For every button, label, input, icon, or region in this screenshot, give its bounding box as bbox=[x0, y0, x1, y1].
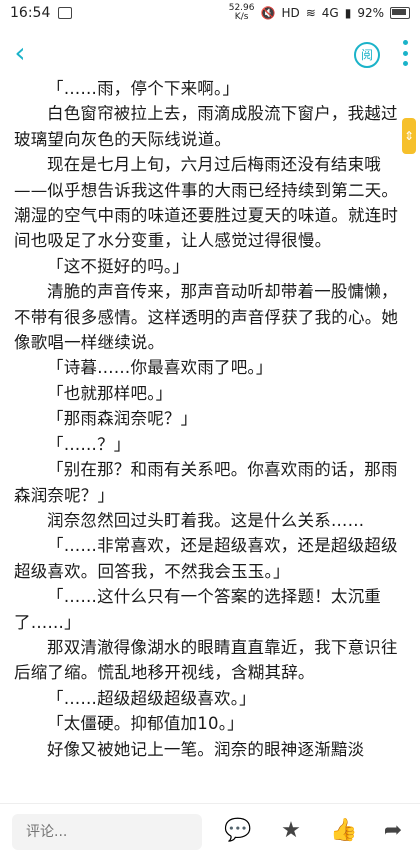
paragraph: 「也就那样吧。」 bbox=[47, 383, 173, 403]
paragraph: 「……超级超级超级喜欢。」 bbox=[47, 688, 256, 708]
like-icon[interactable]: 👍 bbox=[330, 818, 357, 844]
status-left: 16:54 bbox=[10, 5, 73, 21]
battery-percent: 92% bbox=[357, 6, 384, 20]
more-dot bbox=[402, 61, 408, 66]
back-chevron-icon[interactable]: ‹ bbox=[8, 38, 32, 68]
network-speed: 52.96 K/s bbox=[229, 4, 255, 22]
battery-icon bbox=[390, 7, 410, 19]
paragraph: 「太僵硬。抑郁值加10。」 bbox=[47, 714, 244, 734]
more-dot bbox=[402, 40, 408, 45]
paragraph: 「诗暮……你最喜欢雨了吧。」 bbox=[47, 358, 273, 378]
gallery-notification-icon bbox=[58, 7, 73, 19]
paragraph: 现在是七月上旬，六月过后梅雨还没有结束哦——似乎想告诉我这件事的大雨已经持续到第… bbox=[14, 155, 399, 251]
reader-topbar: ‹ 阅 bbox=[0, 30, 420, 80]
status-time: 16:54 bbox=[10, 5, 51, 21]
paragraph: 清脆的声音传来，那声音动听却带着一股慵懒，不带有很多感情。这样透明的声音俘获了我… bbox=[14, 282, 399, 353]
share-icon[interactable]: ➦ bbox=[380, 818, 406, 844]
more-dot bbox=[402, 50, 408, 56]
paragraph: 白色窗帘被拉上去，雨滴成股流下窗户，我越过玻璃望向灰色的天际线说道。 bbox=[14, 104, 398, 149]
paragraph: 那双清澈得像湖水的眼睛直直靠近，我下意识往后缩了缩。慌乱地移开视线，含糊其辞。 bbox=[14, 637, 398, 683]
paragraph: 「……雨，停个下来啊。」 bbox=[47, 79, 240, 98]
status-right: 52.96 K/s 🔇 HD ≋ 4G ▮ 92% bbox=[229, 4, 410, 22]
paragraph: 润奈忽然回过头盯着我。这是什么关系…… bbox=[47, 510, 365, 530]
reading-content: 「……雨，停个下来啊。」 白色窗帘被拉上去，雨滴成股流下窗户，我越过玻璃望向灰色… bbox=[14, 76, 406, 762]
wifi-icon: ≋ bbox=[305, 6, 316, 20]
paragraph: 「那雨森润奈呢？」 bbox=[47, 409, 198, 429]
paragraph: 好像又被她记上一笔。润奈的眼神逐渐黯淡 bbox=[47, 739, 365, 759]
read-mode-icon[interactable]: 阅 bbox=[354, 42, 380, 68]
paragraph: 「……？」 bbox=[47, 434, 131, 454]
more-options-icon[interactable] bbox=[402, 40, 408, 66]
network-speed-unit: K/s bbox=[234, 12, 249, 22]
comment-bar: 💬 ★ 👍 ➦ bbox=[0, 803, 420, 860]
network-type: 4G bbox=[321, 6, 339, 20]
mute-icon: 🔇 bbox=[260, 6, 276, 20]
hd-label: HD bbox=[281, 6, 300, 20]
paragraph: 「……非常喜欢，还是超级喜欢，还是超级超级超级喜欢。回答我，不然我会玉玉。」 bbox=[14, 536, 398, 581]
status-bar: 16:54 52.96 K/s 🔇 HD ≋ 4G ▮ 92% bbox=[0, 0, 420, 26]
signal-icon: ▮ bbox=[344, 6, 352, 20]
paragraph: 「别在那？和雨有关系吧。你喜欢雨的话，那雨森润奈呢？」 bbox=[14, 460, 398, 505]
paragraph: 「……这什么只有一个答案的选择题！太沉重了……」 bbox=[14, 587, 381, 632]
comment-input[interactable] bbox=[12, 814, 202, 850]
comment-icon[interactable]: 💬 bbox=[224, 818, 251, 844]
paragraph: 「这不挺好的吗。」 bbox=[47, 256, 190, 276]
star-icon[interactable]: ★ bbox=[278, 818, 304, 844]
